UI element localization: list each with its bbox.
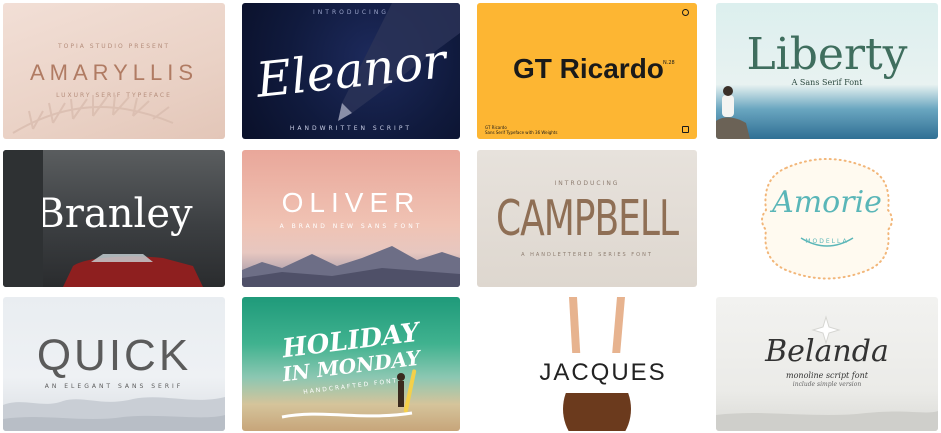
corner-mark-icon <box>682 9 689 16</box>
card-amaryllis[interactable]: TOPIA STUDIO PRESENT AMARYLLIS LUXURY SE… <box>3 3 225 139</box>
red-car-graphic <box>3 150 203 287</box>
font-title: JACQUES <box>539 359 667 386</box>
card-eleanor[interactable]: INTRODUCING Eleanor HANDWRITTEN SCRIPT <box>242 3 460 139</box>
card-campbell[interactable]: INTRODUCING CAMPBELL A HANDLETTERED SERI… <box>477 150 697 287</box>
font-title: GT Ricardo <box>513 53 664 84</box>
card-top-text: INTRODUCING <box>313 9 389 16</box>
card-jacques[interactable]: JACQUES <box>477 297 697 431</box>
card-quick[interactable]: QUICK AN ELEGANT SANS SERIF <box>3 297 225 431</box>
font-caption-line-2: Sans Serif Typeface with 36 Weights <box>485 130 558 135</box>
mountains-graphic <box>242 246 460 287</box>
card-liberty[interactable]: Liberty A Sans Serif Font <box>716 3 938 139</box>
font-subtitle: monoline script font <box>786 371 868 380</box>
font-subtitle: MODELLA <box>805 237 849 245</box>
card-gt-ricardo[interactable]: GT Ricardo N.28 GT Ricardo Sans Serif Ty… <box>477 3 697 139</box>
card-amorie[interactable]: Amorie MODELLA <box>716 150 938 287</box>
font-preview-grid: TOPIA STUDIO PRESENT AMARYLLIS LUXURY SE… <box>0 0 941 433</box>
font-title: Belanda <box>765 334 889 369</box>
card-belanda[interactable]: Belanda monoline script font include sim… <box>716 297 938 431</box>
title-box: JACQUES <box>519 353 687 393</box>
card-top-text: INTRODUCING <box>554 179 620 187</box>
font-title: Amorie <box>772 184 882 220</box>
corner-mark-icon <box>682 126 689 133</box>
font-subtitle-2: include simple version <box>792 381 862 388</box>
palm-shadow-graphic <box>12 94 174 134</box>
font-badge: N.28 <box>663 60 675 66</box>
font-subtitle: A HANDLETTERED SERIES FONT <box>521 251 653 258</box>
font-title: CAMPBELL <box>495 191 679 247</box>
card-holiday-in-monday[interactable]: HOLIDAY IN MONDAY HANDCRAFTED FONT <box>242 297 460 431</box>
person-on-rock-graphic <box>716 86 750 139</box>
card-branley[interactable]: Branley <box>3 150 225 287</box>
font-subtitle: HANDWRITTEN SCRIPT <box>289 125 413 132</box>
font-title: QUICK <box>36 330 192 380</box>
font-subtitle: AN ELEGANT SANS SERIF <box>44 382 184 390</box>
card-oliver[interactable]: OLIVER A BRAND NEW SANS FONT <box>242 150 460 287</box>
